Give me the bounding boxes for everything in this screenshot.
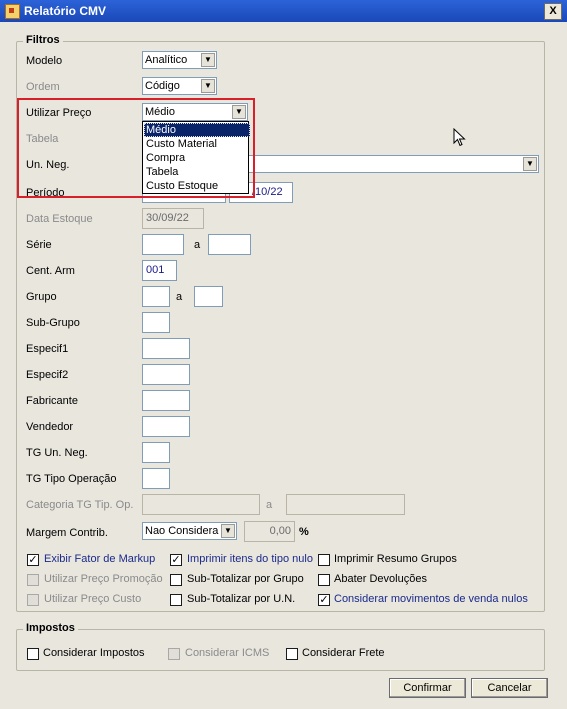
cent-arm-label: Cent. Arm: [26, 265, 75, 277]
considerar-icms-label: Considerar ICMS: [185, 647, 270, 659]
especif1-label: Especif1: [26, 343, 69, 355]
utilizar-preco-promocao-checkbox: [27, 574, 39, 586]
margem-value: Nao Considera: [145, 525, 219, 537]
utilizar-preco-promocao-label: Utilizar Preço Promoção: [44, 573, 163, 585]
exibir-fator-checkbox[interactable]: ✓: [27, 554, 39, 566]
categoria-tg-end-input[interactable]: [286, 494, 405, 515]
categoria-tg-start-input[interactable]: [142, 494, 260, 515]
vendedor-input[interactable]: [142, 416, 190, 437]
sub-grupo-label: Sub-Grupo: [26, 317, 80, 329]
categoria-tg-sep: a: [266, 499, 273, 511]
fabricante-input[interactable]: [142, 390, 190, 411]
chevron-down-icon[interactable]: ▼: [201, 79, 215, 93]
abater-devolucoes-label: Abater Devoluções: [334, 573, 427, 585]
margem-label: Margem Contrib.: [26, 527, 108, 539]
especif2-input[interactable]: [142, 364, 190, 385]
app-icon: [5, 4, 20, 19]
considerar-impostos-label: Considerar Impostos: [43, 647, 145, 659]
grupo-start-input[interactable]: [142, 286, 170, 307]
chevron-down-icon[interactable]: ▼: [221, 524, 235, 538]
chevron-down-icon[interactable]: ▼: [523, 157, 537, 171]
imprimir-itens-label: Imprimir itens do tipo nulo: [187, 553, 313, 565]
mouse-cursor-icon: [453, 128, 466, 147]
serie-end-input[interactable]: [208, 234, 251, 255]
considerar-movimentos-checkbox[interactable]: ✓: [318, 594, 330, 606]
modelo-select[interactable]: Analítico ▼: [142, 51, 217, 69]
grupo-label: Grupo: [26, 291, 57, 303]
serie-label: Série: [26, 239, 52, 251]
utilizar-preco-custo-label: Utilizar Preço Custo: [44, 593, 142, 605]
window-title: Relatório CMV: [24, 4, 107, 18]
especif2-label: Especif2: [26, 369, 69, 381]
fabricante-label: Fabricante: [26, 395, 78, 407]
close-button[interactable]: X: [544, 3, 562, 20]
title-bar: Relatório CMV X: [0, 0, 567, 22]
vendedor-label: Vendedor: [26, 421, 74, 433]
considerar-frete-checkbox[interactable]: [286, 648, 298, 660]
margem-select[interactable]: Nao Considera ▼: [142, 522, 237, 540]
data-estoque-label: Data Estoque: [26, 213, 93, 225]
exibir-fator-label: Exibir Fator de Markup: [44, 553, 156, 565]
sub-grupo-input[interactable]: [142, 312, 170, 333]
sub-totalizar-grupo-checkbox[interactable]: [170, 574, 182, 586]
especif1-input[interactable]: [142, 338, 190, 359]
tg-tipo-operacao-label: TG Tipo Operação: [26, 473, 117, 485]
cent-arm-input[interactable]: 001: [142, 260, 177, 281]
serie-start-input[interactable]: [142, 234, 184, 255]
percent-sign: %: [299, 526, 309, 538]
categoria-tg-label: Categoria TG Tip. Op.: [26, 499, 134, 511]
considerar-frete-label: Considerar Frete: [302, 647, 385, 659]
sub-totalizar-grupo-label: Sub-Totalizar por Grupo: [187, 573, 304, 585]
imprimir-itens-checkbox[interactable]: ✓: [170, 554, 182, 566]
grupo-end-input[interactable]: [194, 286, 223, 307]
highlight-box: [17, 98, 255, 198]
filtros-legend: Filtros: [23, 34, 63, 46]
tg-un-neg-input[interactable]: [142, 442, 170, 463]
serie-sep: a: [194, 239, 201, 251]
abater-devolucoes-checkbox[interactable]: [318, 574, 330, 586]
sub-totalizar-un-checkbox[interactable]: [170, 594, 182, 606]
utilizar-preco-custo-checkbox: [27, 594, 39, 606]
modelo-label: Modelo: [26, 55, 63, 67]
imprimir-resumo-label: Imprimir Resumo Grupos: [334, 553, 457, 565]
ordem-select[interactable]: Código ▼: [142, 77, 217, 95]
chevron-down-icon[interactable]: ▼: [201, 53, 215, 67]
tg-un-neg-label: TG Un. Neg.: [26, 447, 88, 459]
modelo-value: Analítico: [145, 54, 188, 66]
data-estoque-input[interactable]: 30/09/22: [142, 208, 204, 229]
sub-totalizar-un-label: Sub-Totalizar por U.N.: [187, 593, 296, 605]
considerar-movimentos-label: Considerar movimentos de venda nulos: [334, 593, 528, 605]
cancelar-button[interactable]: Cancelar: [471, 678, 548, 698]
considerar-icms-checkbox: [168, 648, 180, 660]
imprimir-resumo-checkbox[interactable]: [318, 554, 330, 566]
ordem-value: Código: [145, 80, 180, 92]
confirmar-button[interactable]: Confirmar: [389, 678, 466, 698]
considerar-impostos-checkbox[interactable]: [27, 648, 39, 660]
tg-tipo-operacao-input[interactable]: [142, 468, 170, 489]
grupo-sep: a: [176, 291, 183, 303]
impostos-legend: Impostos: [23, 622, 78, 634]
ordem-label: Ordem: [26, 81, 60, 93]
margem-percent-input[interactable]: 0,00: [244, 521, 295, 542]
